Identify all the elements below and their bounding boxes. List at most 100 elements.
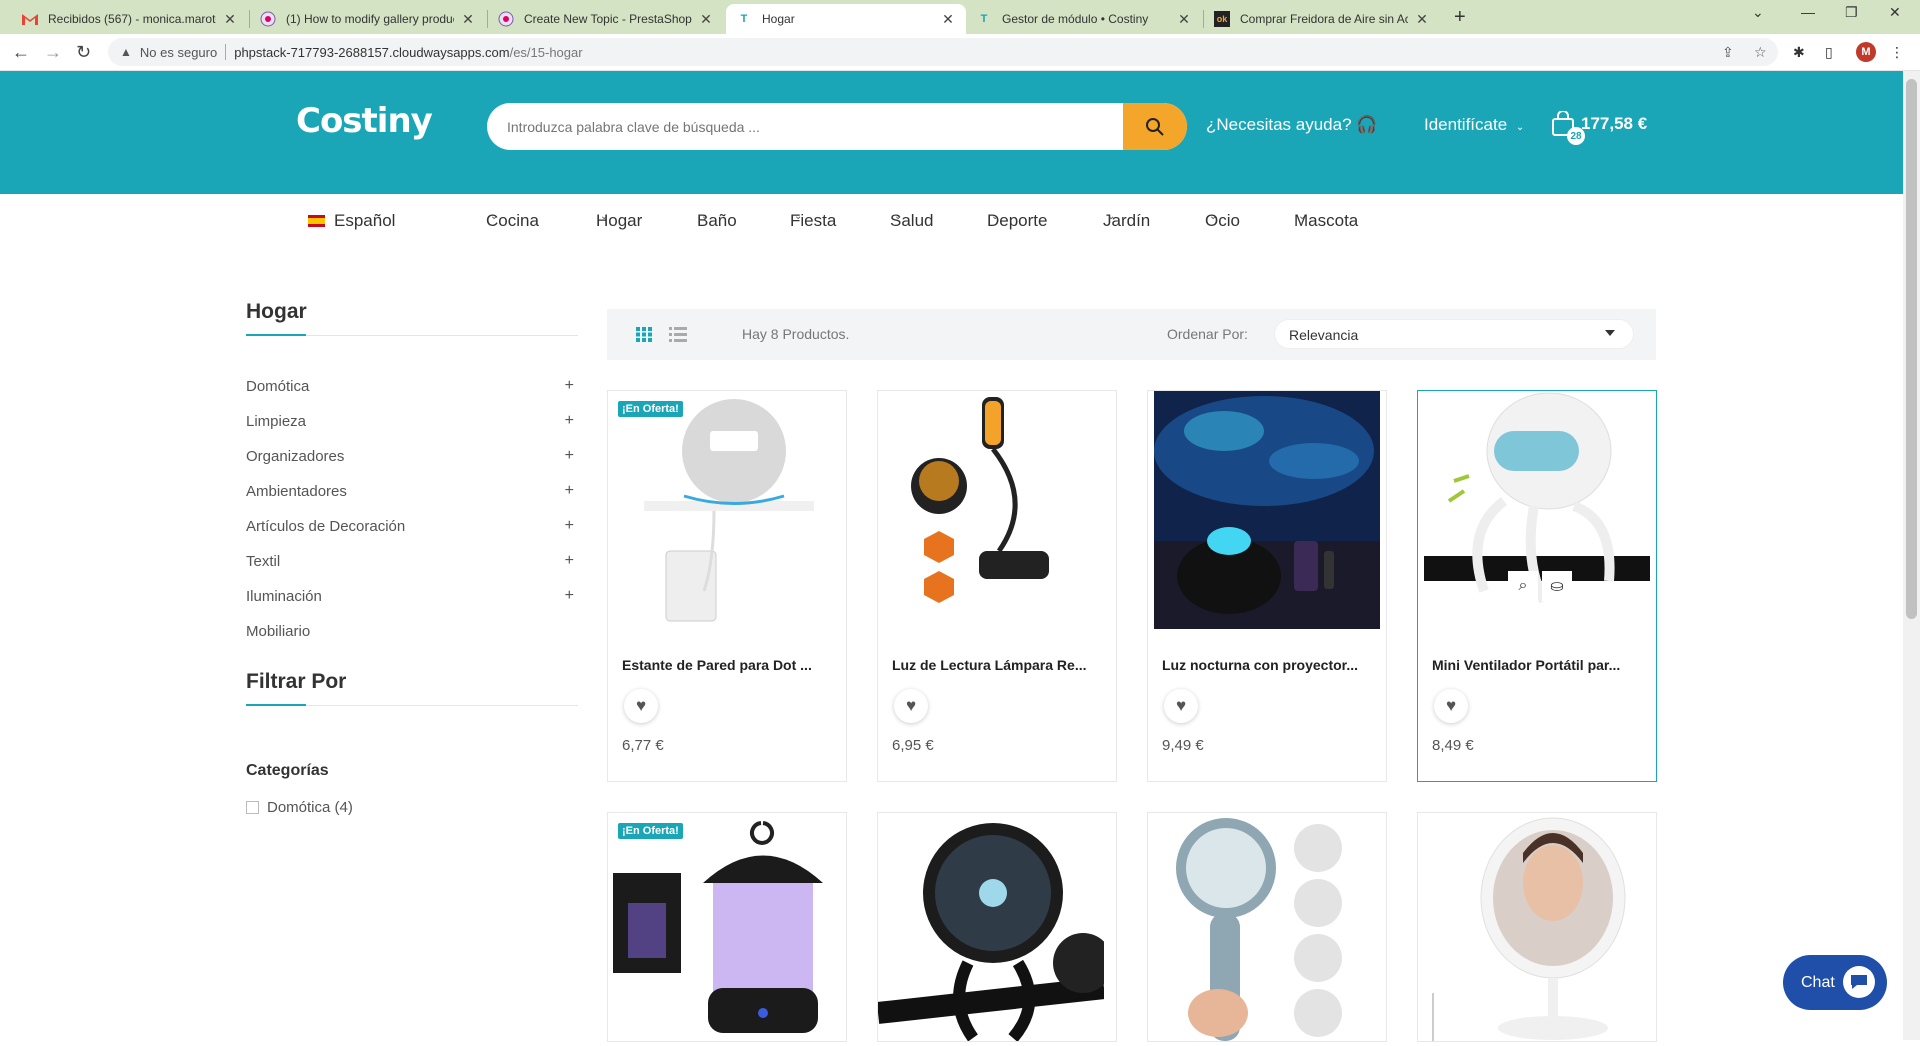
new-tab-button[interactable]: +: [1454, 6, 1466, 29]
category-label: Iluminación: [246, 588, 322, 605]
sidebar-item-limpieza[interactable]: Limpieza +: [246, 412, 578, 430]
plus-icon[interactable]: +: [565, 482, 574, 500]
browser-tab[interactable]: (1) How to modify gallery produc ✕: [250, 4, 486, 34]
product-image[interactable]: [1154, 391, 1380, 629]
login-link[interactable]: Identifícate ⌄: [1424, 115, 1524, 135]
category-label: Mobiliario: [246, 623, 311, 640]
help-link[interactable]: ¿Necesitas ayuda? 🎧: [1206, 115, 1377, 135]
close-icon[interactable]: ✕: [1414, 11, 1430, 28]
wishlist-button[interactable]: ♥: [1434, 689, 1468, 723]
wishlist-button[interactable]: ♥: [894, 689, 928, 723]
product-image[interactable]: [884, 391, 1110, 629]
sidebar-item-textil[interactable]: Textil +: [246, 552, 578, 570]
share-icon[interactable]: ⇪: [1722, 44, 1734, 61]
add-to-cart-icon[interactable]: ⛀: [1542, 571, 1572, 601]
product-name[interactable]: Mini Ventilador Portátil par...: [1432, 657, 1644, 673]
gmail-icon: [22, 11, 38, 27]
product-name[interactable]: Estante de Pared para Dot ...: [622, 657, 834, 673]
product-price: 9,49 €: [1162, 737, 1204, 754]
site-logo[interactable]: Costiny: [296, 101, 433, 141]
product-image[interactable]: [608, 813, 834, 1041]
plus-icon[interactable]: +: [565, 377, 574, 395]
browser-tab[interactable]: T Gestor de módulo • Costiny ✕: [966, 4, 1202, 34]
cart-button[interactable]: 28 177,58 €: [1551, 111, 1647, 145]
category-label: Domótica: [246, 378, 310, 395]
language-selector[interactable]: Español: [308, 211, 395, 231]
sidebar-item-iluminacion[interactable]: Iluminación +: [246, 587, 578, 605]
url-host: phpstack-717793-2688157.cloudwaysapps.co…: [234, 44, 510, 60]
maximize-icon[interactable]: ❐: [1845, 4, 1858, 21]
chevron-down-icon: ⌄: [1209, 211, 1218, 222]
close-icon[interactable]: ✕: [460, 11, 476, 28]
product-card[interactable]: ¡En Oferta!: [607, 812, 847, 1042]
product-card[interactable]: Luz de Lectura Lámpara Re... ♥ 6,95 €: [877, 390, 1117, 782]
prestashop-icon: [498, 11, 514, 27]
browser-tab-active[interactable]: T Hogar ✕: [726, 4, 966, 34]
sidebar-item-ambientadores[interactable]: Ambientadores +: [246, 482, 578, 500]
product-card[interactable]: ⌕ ⛀ Mini Ventilador Portátil par... ♥ 8,…: [1417, 390, 1657, 782]
bookmark-star-icon[interactable]: ☆: [1754, 44, 1767, 61]
close-icon[interactable]: ✕: [698, 11, 714, 28]
search-input[interactable]: [505, 103, 1085, 150]
product-card[interactable]: [1417, 812, 1657, 1042]
close-icon[interactable]: ✕: [1176, 11, 1192, 28]
sidebar-item-organizadores[interactable]: Organizadores +: [246, 447, 578, 465]
wishlist-button[interactable]: ♥: [624, 689, 658, 723]
sidebar-item-decoracion[interactable]: Artículos de Decoración +: [246, 517, 578, 535]
plus-icon[interactable]: +: [565, 552, 574, 570]
back-icon[interactable]: ←: [12, 42, 30, 63]
close-icon[interactable]: ✕: [222, 11, 238, 28]
search-button[interactable]: [1123, 103, 1187, 150]
sidebar-item-mobiliario[interactable]: Mobiliario: [246, 623, 578, 640]
prestashop-icon: [260, 11, 276, 27]
product-count: Hay 8 Productos.: [742, 326, 850, 342]
menu-dots-icon[interactable]: ⋮: [1890, 44, 1904, 61]
product-image[interactable]: [1418, 813, 1644, 1041]
sidepanel-icon[interactable]: ▯: [1825, 44, 1833, 61]
chevron-down-icon: ⌄: [894, 211, 903, 222]
browser-tab[interactable]: Create New Topic - PrestaShop F ✕: [488, 4, 724, 34]
warning-icon: ▲: [120, 45, 132, 59]
security-label: No es seguro: [139, 44, 218, 60]
extensions-icon[interactable]: ✱: [1793, 44, 1805, 61]
tab-search-icon[interactable]: ⌄: [1752, 4, 1764, 21]
window-close-icon[interactable]: ✕: [1889, 4, 1901, 21]
plus-icon[interactable]: +: [565, 447, 574, 465]
forward-icon[interactable]: →: [44, 42, 62, 63]
sidebar-item-domotica[interactable]: Domótica +: [246, 377, 578, 395]
product-image[interactable]: [876, 813, 1113, 1042]
product-image[interactable]: [1148, 813, 1374, 1041]
url-path: /es/15-hogar: [509, 44, 583, 60]
grid-view-icon[interactable]: [636, 327, 653, 342]
close-icon[interactable]: ✕: [940, 11, 956, 28]
filter-group-title: Categorías: [246, 762, 329, 779]
plus-icon[interactable]: +: [565, 587, 574, 605]
scrollbar-thumb[interactable]: [1906, 79, 1917, 619]
product-card[interactable]: [876, 812, 1117, 1042]
plus-icon[interactable]: +: [565, 412, 574, 430]
product-name[interactable]: Luz de Lectura Lámpara Re...: [892, 657, 1104, 673]
product-image[interactable]: [614, 391, 840, 629]
wishlist-button[interactable]: ♥: [1164, 689, 1198, 723]
plus-icon[interactable]: +: [565, 517, 574, 535]
browser-tab[interactable]: ok Comprar Freidora de Aire sin Ace ✕: [1204, 4, 1440, 34]
address-bar[interactable]: ▲ No es seguro phpstack-717793-2688157.c…: [108, 38, 1778, 66]
product-card[interactable]: ¡En Oferta! Estante de Pared para Dot ..…: [607, 390, 847, 782]
products-toolbar: Hay 8 Productos. Ordenar Por: Relevancia: [607, 309, 1656, 360]
product-price: 8,49 €: [1432, 737, 1474, 754]
chat-button[interactable]: Chat: [1783, 955, 1887, 1010]
sort-select[interactable]: Relevancia: [1274, 319, 1634, 349]
filter-option-domotica[interactable]: Domótica (4): [246, 799, 353, 816]
product-name[interactable]: Luz nocturna con proyector...: [1162, 657, 1374, 673]
checkbox[interactable]: [246, 801, 259, 814]
minimize-icon[interactable]: —: [1801, 4, 1815, 20]
browser-tab[interactable]: Recibidos (567) - monica.maroto ✕: [12, 4, 248, 34]
quick-view-icon[interactable]: ⌕: [1508, 571, 1538, 601]
list-view-icon[interactable]: [669, 327, 687, 342]
profile-avatar[interactable]: M: [1856, 42, 1876, 62]
product-card[interactable]: [1147, 812, 1387, 1042]
product-card[interactable]: Luz nocturna con proyector... ♥ 9,49 €: [1147, 390, 1387, 782]
category-sidebar: Hogar Domótica + Limpieza + Organizadores +…: [246, 300, 578, 816]
page-scrollbar[interactable]: [1903, 71, 1920, 1040]
reload-icon[interactable]: ↻: [76, 42, 91, 63]
